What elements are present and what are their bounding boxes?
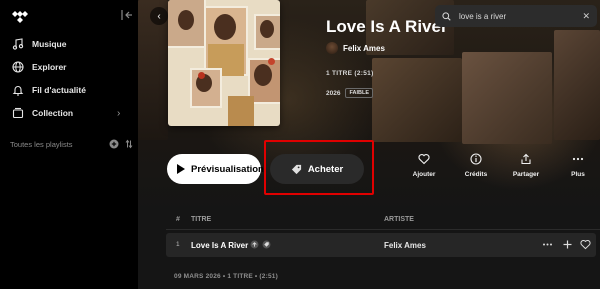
sidebar-item-collection[interactable]: Collection	[12, 105, 73, 121]
share-icon	[520, 153, 532, 165]
price-tag-icon	[262, 240, 271, 249]
collapse-sidebar-icon[interactable]	[121, 9, 133, 23]
album-meta: 2026 FAIBLE	[326, 88, 374, 98]
sidebar-item-label: Fil d'actualité	[32, 85, 86, 95]
release-info: 09 MARS 2026 • 1 TITRE • (2:51)	[174, 273, 278, 280]
action-label: Ajouter	[412, 171, 436, 178]
music-note-icon	[12, 38, 24, 50]
track-table-header: # TITRE ARTISTE	[138, 210, 600, 230]
add-playlist-icon[interactable]	[109, 139, 119, 149]
track-number: 1	[176, 241, 180, 248]
album-page: ‹ › Love Is A River Felix Ames 1 TITRE (…	[138, 0, 600, 289]
sidebar: Musique Explorer Fil d'actualité Collect…	[0, 0, 138, 289]
search-icon	[442, 11, 451, 21]
search-value: love is a river	[459, 11, 507, 21]
sidebar-item-label: Collection	[32, 108, 74, 118]
price-tag-icon	[291, 164, 302, 175]
action-label: Plus	[571, 171, 585, 178]
quality-badge: FAIBLE	[345, 88, 374, 98]
album-cover	[168, 0, 280, 126]
collection-icon	[12, 107, 24, 119]
more-icon[interactable]	[542, 239, 553, 250]
heart-icon	[418, 153, 430, 165]
background-photo	[462, 52, 552, 144]
back-button[interactable]: ‹	[150, 7, 168, 25]
preview-button[interactable]: Prévisualisation	[167, 154, 264, 184]
column-num: #	[176, 216, 180, 223]
album-year: 2026	[326, 89, 341, 97]
more-button[interactable]: Plus	[558, 153, 598, 178]
info-icon	[470, 153, 482, 165]
track-artist[interactable]: Felix Ames	[384, 241, 426, 250]
column-title[interactable]: TITRE	[191, 216, 211, 223]
more-icon	[572, 153, 584, 165]
search-input[interactable]: love is a river ✕	[435, 5, 597, 27]
add-favorite-button[interactable]: Ajouter	[404, 153, 444, 178]
upload-icon	[250, 240, 259, 249]
tidal-logo-icon[interactable]	[12, 10, 28, 23]
track-title[interactable]: Love Is A River	[191, 241, 248, 250]
background-photo	[372, 58, 462, 142]
sidebar-item-label: Explorer	[32, 62, 67, 72]
buy-label: Acheter	[307, 163, 344, 175]
credits-button[interactable]: Crédits	[456, 153, 496, 178]
artist-avatar	[326, 42, 338, 54]
clear-search-icon[interactable]: ✕	[582, 11, 590, 22]
action-label: Crédits	[464, 171, 488, 178]
globe-icon	[12, 61, 24, 73]
artist-link[interactable]: Felix Ames	[326, 42, 385, 54]
sort-icon[interactable]	[124, 139, 134, 149]
sidebar-item-label: Musique	[32, 39, 67, 49]
bell-icon	[12, 84, 24, 96]
table-row[interactable]: 1 Love Is A River Felix Ames	[166, 233, 596, 257]
action-label: Partager	[512, 171, 540, 178]
background-photo	[554, 30, 600, 140]
artist-name: Felix Ames	[343, 43, 385, 53]
divider	[166, 229, 600, 230]
chevron-right-icon[interactable]: ›	[117, 108, 120, 119]
add-icon[interactable]	[562, 239, 573, 250]
playlists-label: Toutes les playlists	[10, 139, 73, 149]
sidebar-item-musique[interactable]: Musique	[12, 36, 66, 52]
sidebar-item-fil-actualite[interactable]: Fil d'actualité	[12, 82, 86, 98]
column-artist[interactable]: ARTISTE	[384, 216, 414, 223]
sidebar-item-explorer[interactable]: Explorer	[12, 59, 67, 75]
album-title: Love Is A River	[326, 17, 448, 36]
share-button[interactable]: Partager	[506, 153, 546, 178]
preview-label: Prévisualisation	[191, 163, 264, 175]
heart-icon[interactable]	[580, 239, 591, 250]
play-icon	[177, 164, 185, 174]
playlists-header: Toutes les playlists	[10, 139, 134, 149]
buy-button[interactable]: Acheter	[270, 154, 364, 184]
album-track-count: 1 TITRE (2:51)	[326, 70, 374, 77]
